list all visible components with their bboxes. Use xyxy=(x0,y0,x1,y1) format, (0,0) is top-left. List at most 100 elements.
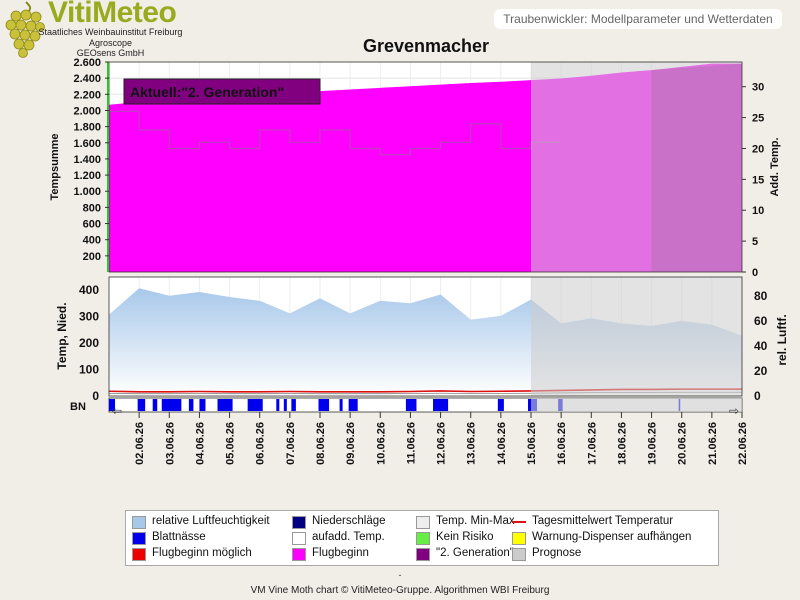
x-tick-label: 21.06.26 xyxy=(707,422,719,465)
y2-tick-label: 40 xyxy=(754,339,768,353)
y2-tick-label: 20 xyxy=(754,364,768,378)
legend-label: Blattnässe xyxy=(152,531,206,543)
x-tick-label: 03.06.26 xyxy=(164,422,176,465)
blattnaesse-bar xyxy=(276,399,280,411)
legend-label: Prognose xyxy=(532,547,582,559)
blattnaesse-bar xyxy=(405,399,417,411)
y2-tick-label: 20 xyxy=(752,143,764,155)
blattnaesse-bar xyxy=(247,399,263,411)
blattnaesse-bar xyxy=(161,399,182,411)
legend-swatch xyxy=(416,548,430,561)
legend-swatch xyxy=(512,521,526,523)
x-tick-label: 07.06.26 xyxy=(285,422,297,465)
blattnaesse-bar xyxy=(318,399,330,411)
chart-title: Grevenmacher xyxy=(363,36,489,56)
y2-tick-label: 0 xyxy=(752,267,758,279)
x-tick-label: 11.06.26 xyxy=(405,422,417,464)
y-tick-label: 2.400 xyxy=(73,73,101,85)
footer-dash: - xyxy=(398,570,402,580)
blattnaesse-bar xyxy=(283,399,287,411)
y2-tick-label: 60 xyxy=(754,314,768,328)
bn-axis-label: BN xyxy=(70,401,86,413)
legend-label: Flugbeginn möglich xyxy=(152,547,252,559)
y2-axis-label: Add. Temp. xyxy=(769,137,781,196)
legend-swatch xyxy=(132,532,146,545)
prognose-overlay-bn xyxy=(531,398,742,412)
y-tick-label: 400 xyxy=(83,235,101,247)
x-tick-label: 15.06.26 xyxy=(526,422,538,465)
y-axis-label: Temp, Nied. xyxy=(55,302,69,369)
y2-tick-label: 80 xyxy=(754,289,768,303)
y-tick-label: 0 xyxy=(92,389,99,403)
y2-tick-label: 0 xyxy=(754,389,761,403)
x-tick-label: 19.06.26 xyxy=(647,422,659,465)
y-tick-label: 300 xyxy=(79,310,99,324)
blattnaesse-bar xyxy=(348,399,358,411)
legend-swatch xyxy=(416,516,430,529)
prognose-overlay-top xyxy=(531,62,742,272)
y-tick-label: 2.000 xyxy=(73,105,101,117)
legend-label: aufadd. Temp. xyxy=(312,531,385,543)
footer-credit: VM Vine Moth chart © VitiMeteo-Gruppe. A… xyxy=(250,585,550,596)
scroll-left-icon: ⇦ xyxy=(112,404,122,418)
y-tick-label: 200 xyxy=(83,251,101,263)
legend-label: "2. Generation" xyxy=(436,547,514,559)
y-tick-label: 400 xyxy=(79,283,99,297)
legend-label: Tagesmittelwert Temperatur xyxy=(532,515,674,527)
blattnaesse-bar xyxy=(291,399,296,411)
y-tick-label: 600 xyxy=(83,219,101,231)
y2-tick-label: 10 xyxy=(752,205,764,217)
y-tick-label: 200 xyxy=(79,336,99,350)
chart-legend: relative Luftfeuchtigkeit Niederschläge Te… xyxy=(125,510,719,566)
y-tick-label: 1.800 xyxy=(73,122,101,134)
legend-label: Warnung-Dispenser aufhängen xyxy=(532,531,692,543)
y-tick-label: 800 xyxy=(83,202,101,214)
y2-tick-label: 15 xyxy=(752,174,764,186)
y-tick-label: 2.600 xyxy=(73,57,101,69)
legend-swatch xyxy=(292,548,306,561)
legend-swatch xyxy=(416,532,430,545)
y-tick-label: 1.200 xyxy=(73,170,101,182)
annotation-text: Aktuell:"2. Generation" xyxy=(130,84,284,100)
y-axis-label: Tempsumme xyxy=(49,133,61,200)
blattnaesse-bar xyxy=(137,399,146,411)
legend-swatch xyxy=(132,516,146,529)
y-tick-label: 1.600 xyxy=(73,138,101,150)
blattnaesse-bar xyxy=(339,399,343,411)
legend-label: Niederschläge xyxy=(312,515,386,527)
prognose-overlay-middle xyxy=(531,277,742,396)
legend-label: Temp. Min-Max xyxy=(436,515,515,527)
legend-label: Kein Risiko xyxy=(436,531,494,543)
x-tick-label: 12.06.26 xyxy=(436,422,448,465)
scroll-right-icon: ⇨ xyxy=(729,404,739,418)
x-tick-label: 10.06.26 xyxy=(375,422,387,465)
y-tick-label: 2.200 xyxy=(73,89,101,101)
y2-tick-label: 5 xyxy=(752,236,758,248)
y2-tick-label: 30 xyxy=(752,82,764,94)
vine-moth-chart: GrevenmacherAktuell:"2. Generation"20040… xyxy=(49,36,789,465)
x-tick-label: 17.06.26 xyxy=(586,422,598,465)
legend-label: relative Luftfeuchtigkeit xyxy=(152,515,270,527)
y-tick-label: 100 xyxy=(79,363,99,377)
blattnaesse-bar xyxy=(217,399,233,411)
blattnaesse-bar xyxy=(497,399,504,411)
legend-label: Flugbeginn xyxy=(312,547,369,559)
x-tick-label: 06.06.26 xyxy=(255,422,267,465)
y2-tick-label: 25 xyxy=(752,113,764,125)
x-tick-label: 05.06.26 xyxy=(225,422,237,465)
legend-swatch xyxy=(292,532,306,545)
blattnaesse-bar xyxy=(152,399,158,411)
x-tick-label: 09.06.26 xyxy=(345,422,357,465)
blattnaesse-bar xyxy=(433,399,449,411)
x-tick-label: 08.06.26 xyxy=(315,422,327,465)
x-tick-label: 20.06.26 xyxy=(677,422,689,465)
legend-swatch xyxy=(512,548,526,561)
legend-swatch xyxy=(292,516,306,529)
y2-axis-label: rel. Luftf. xyxy=(775,314,789,365)
legend-swatch xyxy=(132,548,146,561)
x-tick-label: 16.06.26 xyxy=(556,422,568,465)
x-tick-label: 14.06.26 xyxy=(496,422,508,465)
legend-swatch xyxy=(512,532,526,545)
x-tick-label: 18.06.26 xyxy=(616,422,628,465)
x-tick-label: 04.06.26 xyxy=(194,422,206,465)
